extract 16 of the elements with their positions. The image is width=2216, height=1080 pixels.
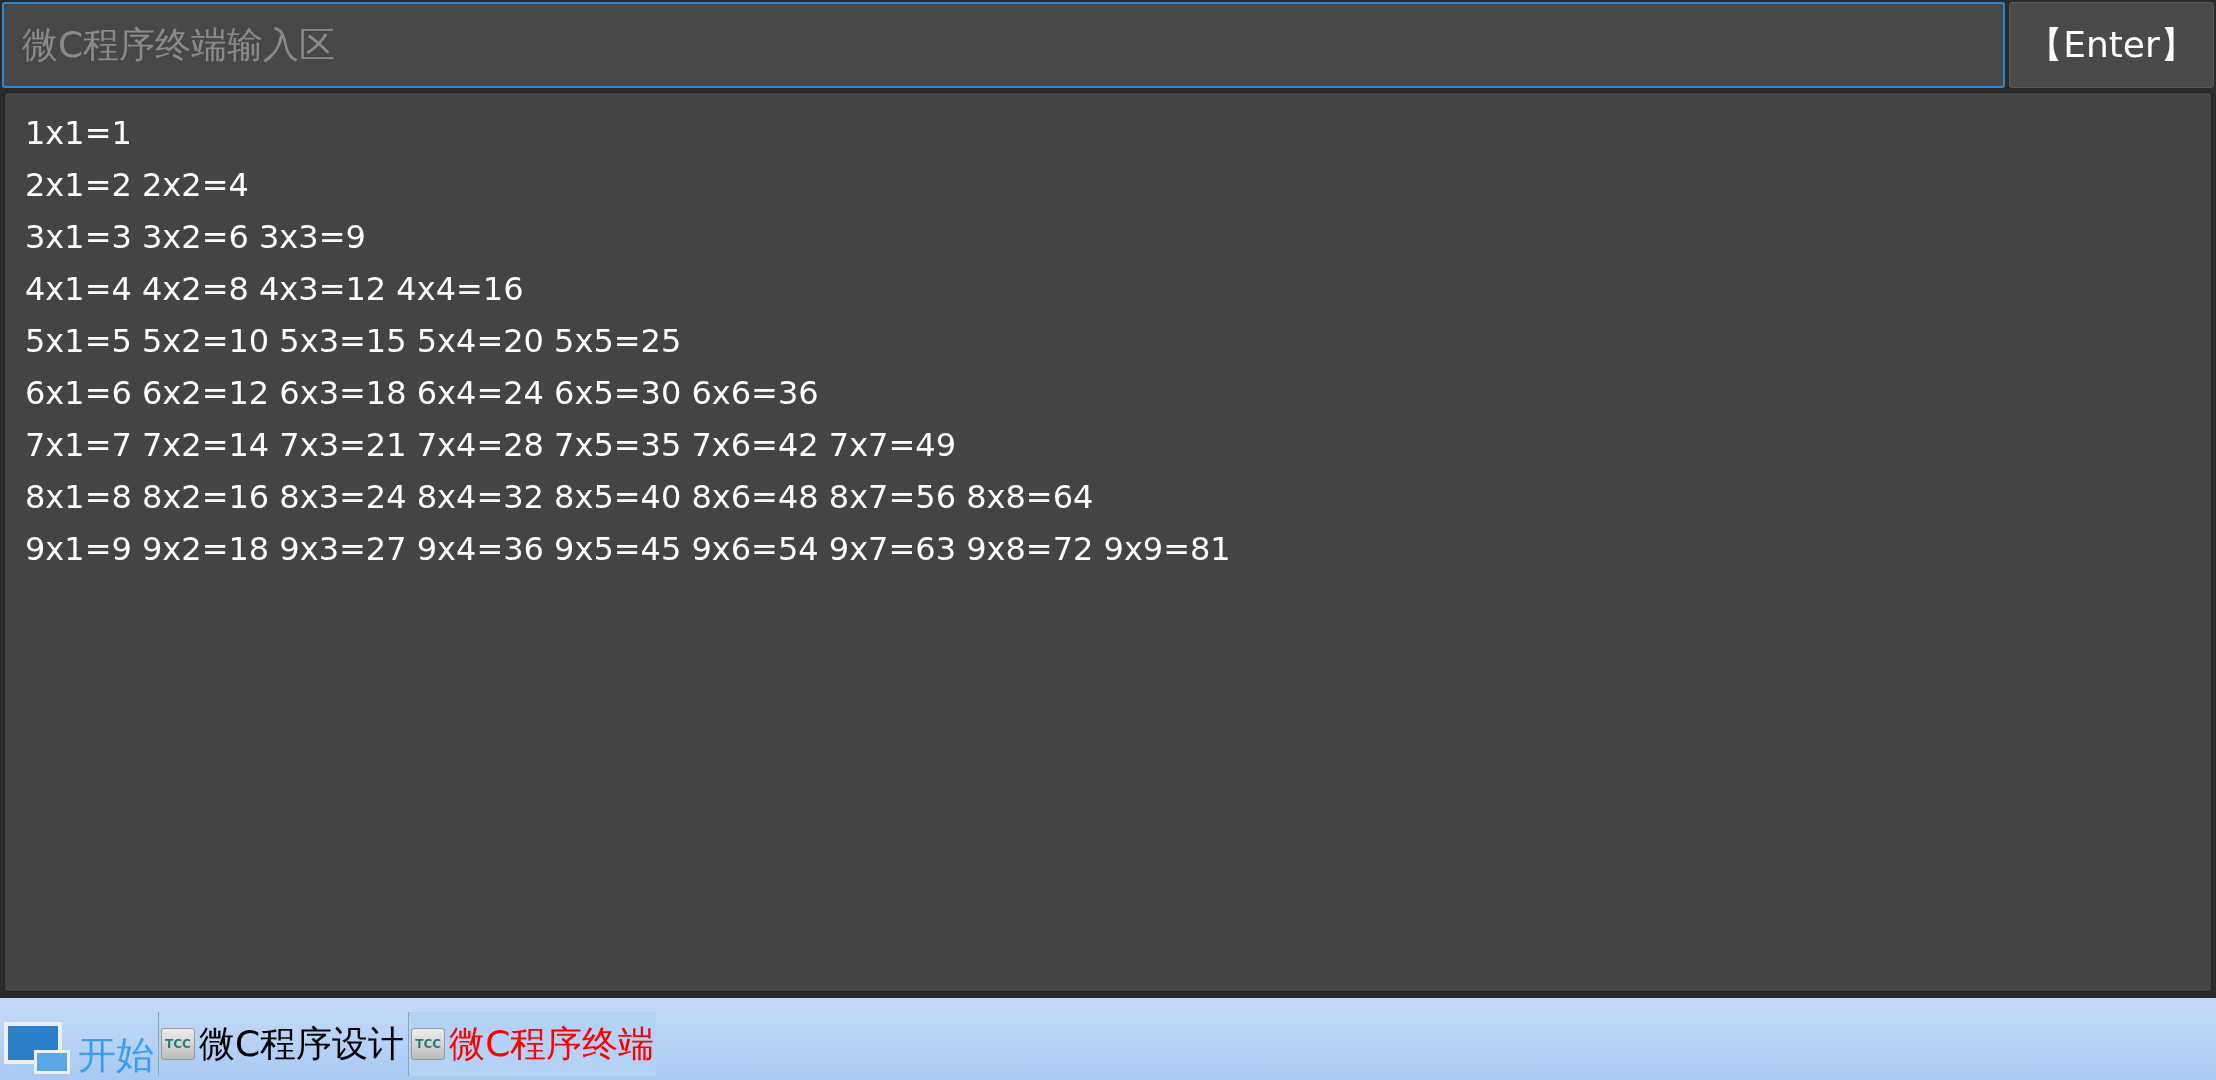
output-line: 2x1=2 2x2=4	[25, 165, 250, 206]
tcc-icon: TCC	[161, 1028, 195, 1060]
output-line: 8x1=8 8x2=16 8x3=24 8x4=32 8x5=40 8x6=48 8x7=56 8x8=64	[25, 477, 1095, 518]
output-line: 6x1=6 6x2=12 6x3=18 6x4=24 6x5=30 6x6=36	[25, 373, 820, 414]
taskbar-item[interactable]: TCC 微C程序设计	[158, 1012, 407, 1076]
output-line: 4x1=4 4x2=8 4x3=12 4x4=16	[25, 269, 525, 310]
taskbar-item[interactable]: TCC 微C程序终端	[408, 1012, 657, 1076]
monitor-icon	[2, 1020, 72, 1076]
output-line: 5x1=5 5x2=10 5x3=15 5x4=20 5x5=25	[25, 321, 683, 362]
tcc-icon: TCC	[411, 1028, 446, 1060]
enter-button[interactable]: 【Enter】	[2009, 2, 2214, 88]
input-field[interactable]: 微C程序终端输入区	[2, 2, 2005, 88]
output-line: 1x1=1	[25, 113, 133, 154]
output-line: 9x1=9 9x2=18 9x3=27 9x4=36 9x5=45 9x6=54 9x7=63 9x8=72 9x9=81	[25, 529, 1232, 570]
output-line: 3x1=3 3x2=6 3x3=9	[25, 217, 367, 258]
output-line: 7x1=7 7x2=14 7x3=21 7x4=28 7x5=35 7x6=42 7x7=49	[25, 425, 957, 466]
